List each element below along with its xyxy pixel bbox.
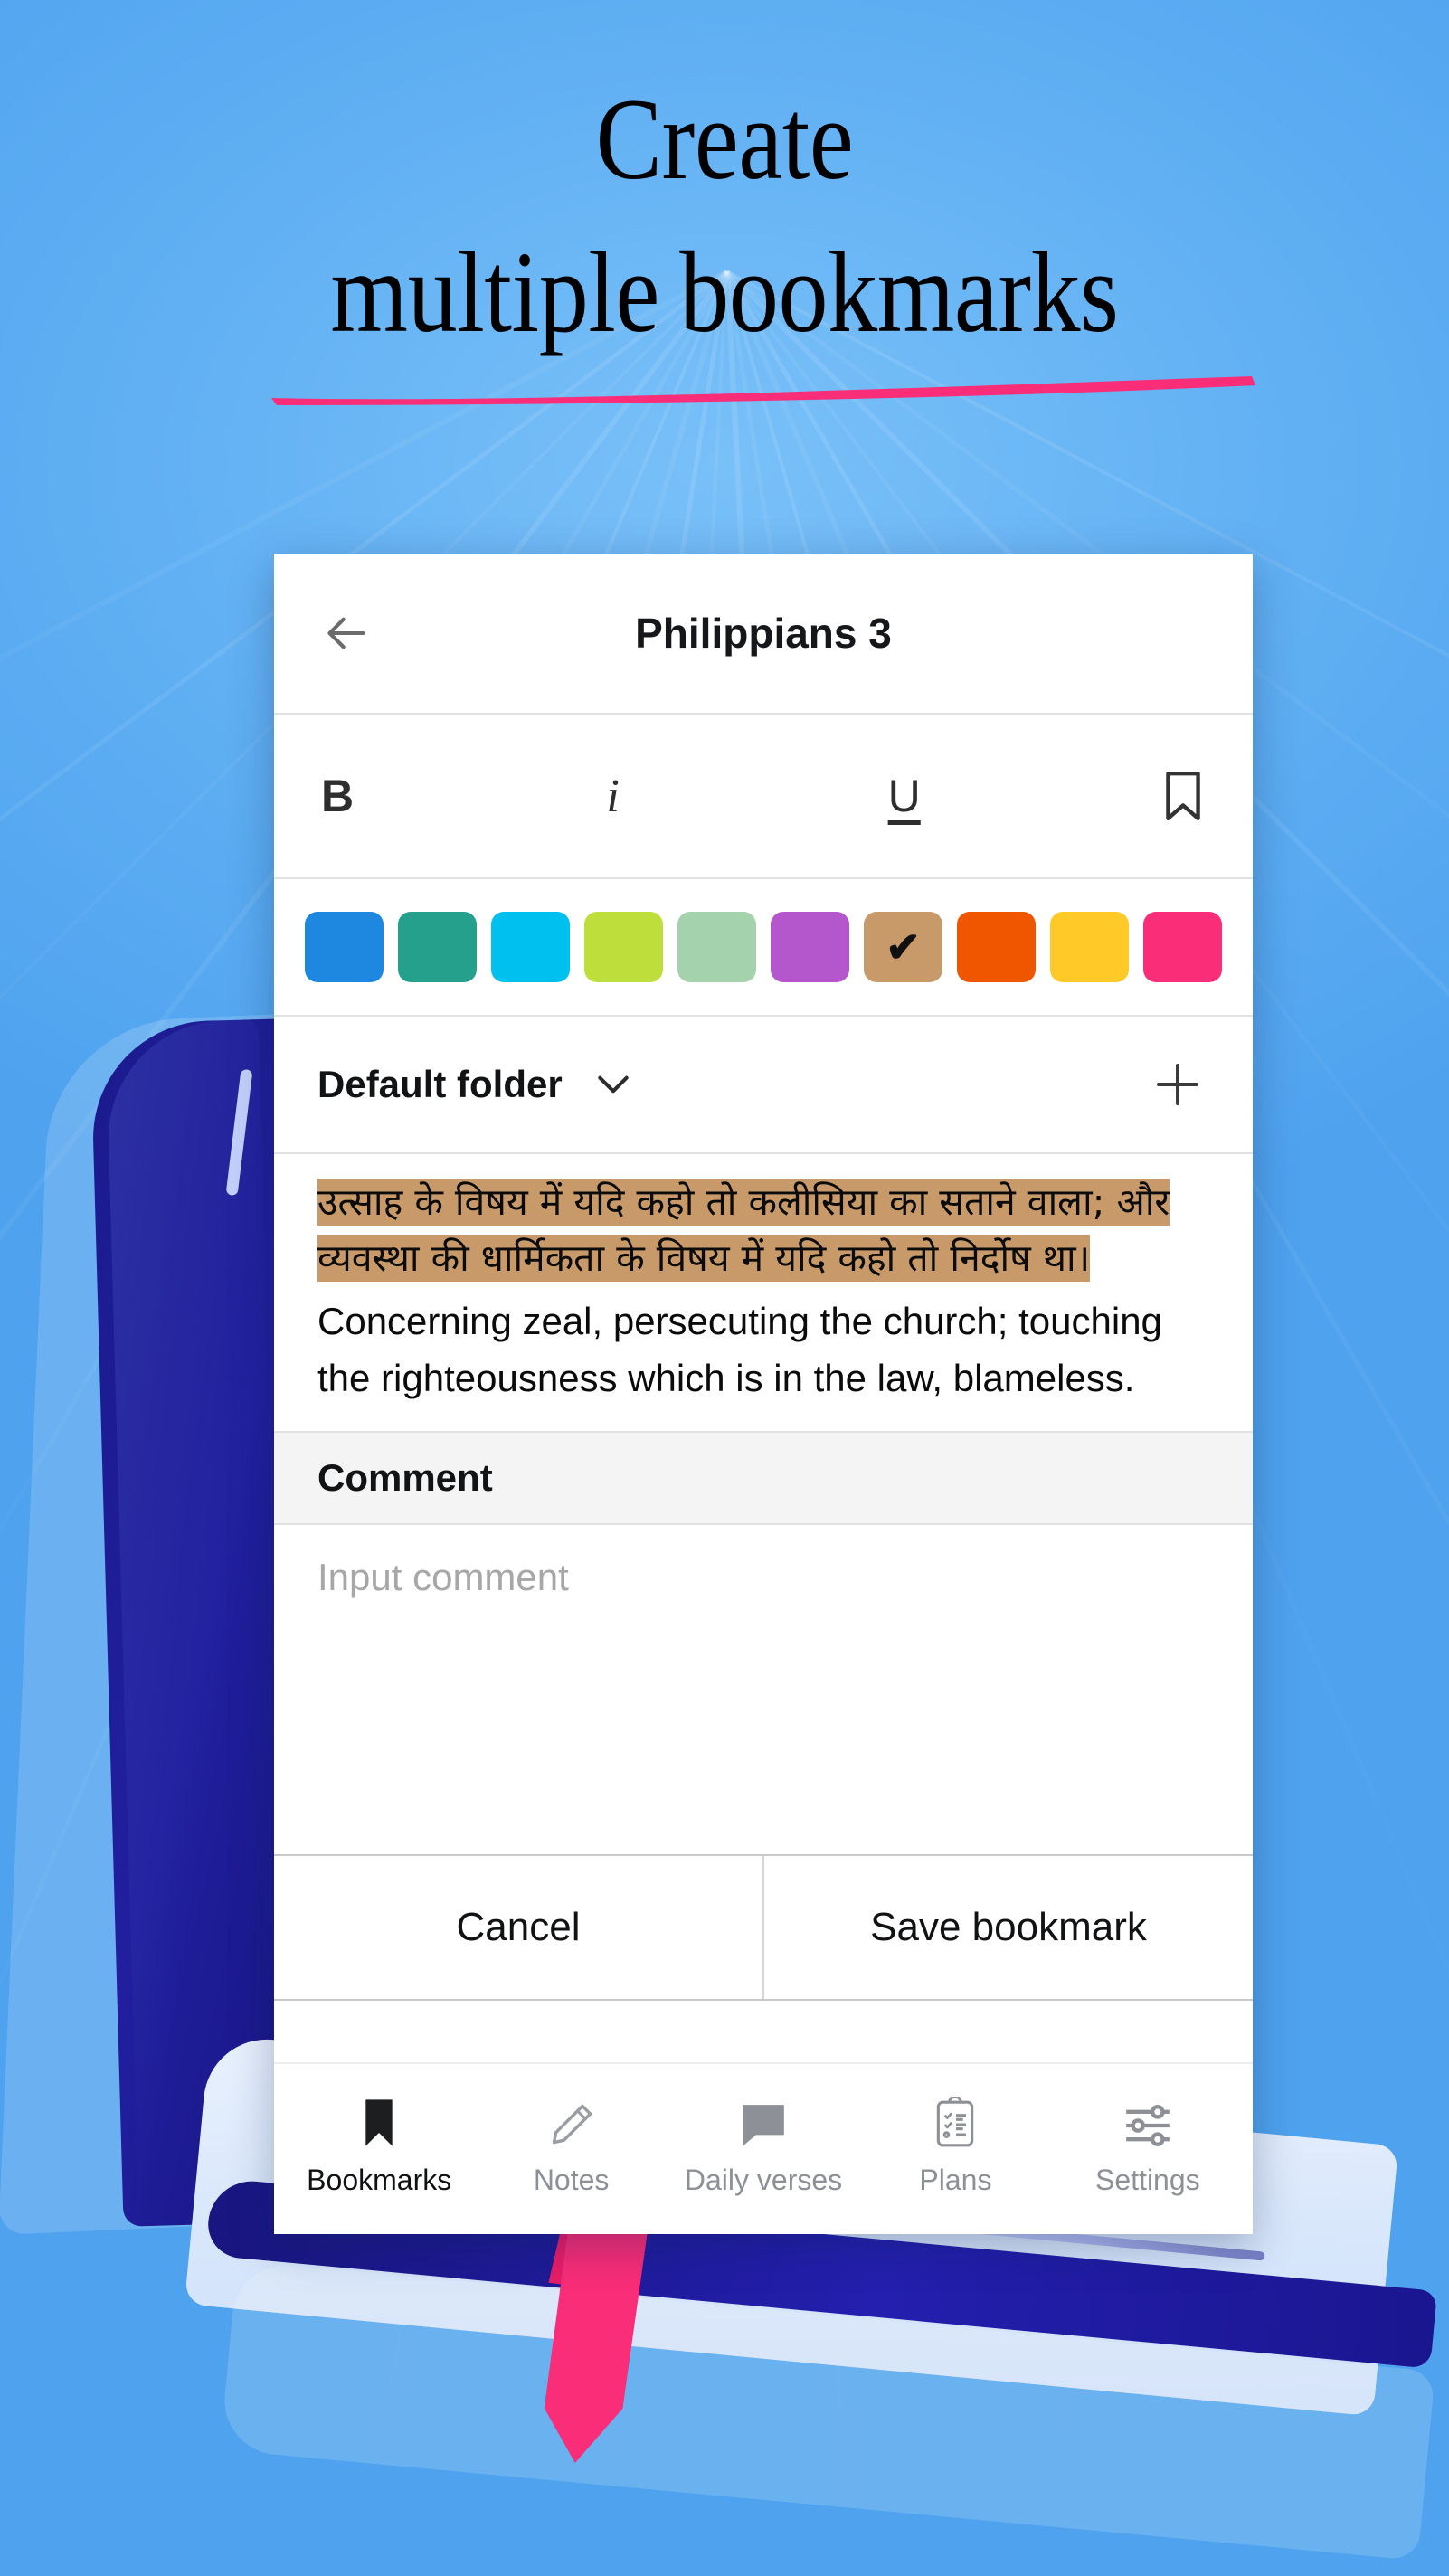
- page-title: Philippians 3: [635, 610, 892, 657]
- plus-icon: [1157, 1064, 1198, 1105]
- chevron-down-icon: [598, 1075, 629, 1094]
- nav-item-label: Notes: [533, 2163, 610, 2196]
- color-swatch-sage[interactable]: [677, 912, 756, 982]
- format-toolbar: B i U: [274, 715, 1253, 877]
- headline-word-multiple: multiple: [330, 227, 659, 356]
- headline-line-2: multiple bookmarks: [101, 216, 1348, 369]
- nav-item-plans[interactable]: Plans: [859, 2093, 1051, 2197]
- italic-button[interactable]: i: [593, 770, 878, 823]
- save-bookmark-button[interactable]: Save bookmark: [762, 1856, 1253, 1999]
- pencil-icon: [548, 2093, 595, 2149]
- comment-section-header: Comment: [274, 1431, 1253, 1526]
- bookmark-outline-icon: [1166, 771, 1200, 821]
- promo-headline: Create multiple bookmarks: [101, 63, 1348, 369]
- nav-item-label: Plans: [919, 2163, 992, 2196]
- color-swatch-cyan[interactable]: [491, 912, 570, 982]
- nav-item-daily-verses[interactable]: Daily verses: [668, 2093, 859, 2197]
- promo-screenshot: Create multiple bookmarks Philippians 3 B…: [0, 0, 1449, 2576]
- back-button[interactable]: [314, 600, 381, 667]
- arrow-left-icon: [327, 617, 365, 649]
- nav-item-notes[interactable]: Notes: [475, 2093, 667, 2197]
- nav-item-label: Daily verses: [684, 2163, 843, 2196]
- headline-line-1: Create: [595, 75, 854, 204]
- nav-item-label: Settings: [1095, 2163, 1200, 2196]
- color-swatch-tan[interactable]: ✔: [864, 912, 942, 982]
- spacer: [274, 2001, 1253, 2062]
- bookmark-filled-icon: [359, 2093, 399, 2149]
- verse-highlight-span: उत्साह के विषय में यदि कहो तो कलीसिया का…: [317, 1179, 1170, 1283]
- folder-name[interactable]: Default folder: [317, 1063, 563, 1106]
- bookmark-editor-card: Philippians 3 B i U ✔ Default folder उत्…: [274, 554, 1253, 2234]
- nav-item-bookmarks[interactable]: Bookmarks: [283, 2093, 475, 2197]
- bottom-navigation: Bookmarks Notes Daily verses Plans Settings: [274, 2062, 1253, 2234]
- check-icon: ✔: [886, 923, 921, 971]
- bookmark-toggle-button[interactable]: [1160, 770, 1206, 822]
- headline-underline-stroke: [271, 376, 1255, 405]
- action-buttons: Cancel Save bookmark: [274, 1854, 1253, 2001]
- underline-button[interactable]: U: [879, 770, 1160, 822]
- add-folder-button[interactable]: [1146, 1053, 1209, 1116]
- color-swatch-blue[interactable]: [305, 912, 384, 982]
- color-swatch-orchid[interactable]: [771, 912, 849, 982]
- clipboard-checklist-icon: [933, 2093, 977, 2149]
- speech-bubble-icon: [739, 2093, 788, 2149]
- color-swatch-pink[interactable]: [1143, 912, 1222, 982]
- verse-translation: Concerning zeal, persecuting the church;…: [317, 1299, 1162, 1400]
- verse-content: उत्साह के विषय में यदि कहो तो कलीसिया का…: [274, 1154, 1253, 1431]
- sliders-icon: [1122, 2093, 1174, 2149]
- color-swatch-teal[interactable]: [398, 912, 477, 982]
- nav-item-settings[interactable]: Settings: [1052, 2093, 1244, 2197]
- comment-input[interactable]: Input comment: [274, 1525, 1253, 1854]
- color-swatch-yellow[interactable]: [1050, 912, 1129, 982]
- highlight-color-picker[interactable]: ✔: [274, 879, 1253, 1015]
- folder-selector-row: Default folder: [274, 1017, 1253, 1152]
- bold-button[interactable]: B: [321, 770, 593, 822]
- color-swatch-orange[interactable]: [957, 912, 1036, 982]
- verse-highlighted[interactable]: उत्साह के विषय में यदि कहो तो कलीसिया का…: [317, 1174, 1209, 1287]
- app-bar: Philippians 3: [274, 554, 1253, 713]
- cancel-button[interactable]: Cancel: [274, 1856, 762, 1999]
- color-swatch-lime[interactable]: [584, 912, 663, 982]
- headline-word-bookmarks: bookmarks: [679, 227, 1119, 356]
- folder-dropdown-button[interactable]: [593, 1071, 633, 1098]
- nav-item-label: Bookmarks: [307, 2163, 452, 2196]
